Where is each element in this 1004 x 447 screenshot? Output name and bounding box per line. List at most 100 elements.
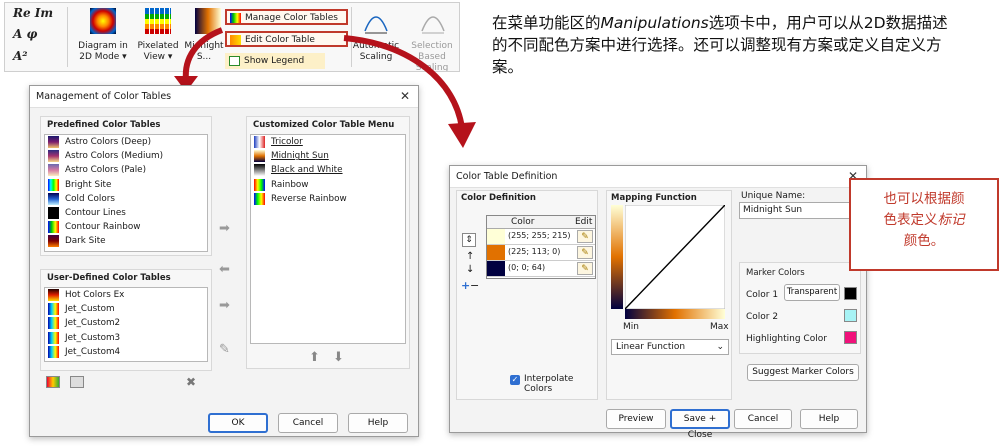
move-right-icon[interactable]: ➡ [219,221,230,236]
user-defined-item-label: Jet_Custom2 [65,318,121,329]
color-definition-group: Color Definition ⇕ ↑ ↓ + − Color Edit (2… [456,190,598,400]
add-row-icon[interactable]: + [461,279,470,292]
col-color-header: Color [511,217,535,227]
color-rgb-value: (225; 113; 0) [508,247,561,256]
help-button[interactable]: Help [800,409,858,429]
marker-colors-group: Marker Colors Color 1 Transparent Color … [739,262,861,354]
predefined-item-label: Contour Rainbow [65,222,141,233]
color-definition-title: Color Definition [461,193,536,203]
customized-item[interactable]: Rainbow [251,178,405,192]
highlighting-label: Highlighting Color [746,334,827,344]
user-defined-item[interactable]: Jet_Custom4 [45,345,207,359]
user-defined-item-label: Jet_Custom3 [65,332,121,343]
edit-entry-icon[interactable]: ✎ [219,342,230,357]
cancel-button[interactable]: Cancel [734,409,792,429]
color-swatch-icon [48,164,59,177]
marker-colors-title: Marker Colors [746,268,805,278]
swap-icon[interactable]: ⇕ [462,233,476,247]
color-swatch-icon [254,164,265,177]
edit-pencil-icon[interactable]: ✎ [577,262,593,275]
color-rgb-value: (255; 255; 215) [508,231,571,240]
user-defined-item[interactable]: Jet_Custom3 [45,331,207,345]
user-defined-item-label: Jet_Custom [65,304,115,315]
cancel-button[interactable]: Cancel [278,413,338,433]
predefined-item[interactable]: Astro Colors (Deep) [45,135,207,149]
color-swatch-icon [48,178,59,191]
move-up-icon[interactable]: ⬆ [309,350,320,365]
management-title-text: Management of Color Tables [36,91,172,102]
customized-item[interactable]: Black and White [251,163,405,177]
mapping-title: Mapping Function [611,193,697,203]
callout-line-3: 颜色。 [903,233,945,249]
edit-pencil-icon[interactable]: ✎ [577,230,593,243]
customized-list[interactable]: Tricolor Midnight Sun Black and White Rainb… [250,134,406,344]
interpolate-checkbox[interactable]: ✓ [510,375,520,385]
definition-dialog: Color Table Definition ✕ Color Definitio… [449,165,867,440]
predefined-item[interactable]: Bright Site [45,178,207,192]
predefined-list[interactable]: Astro Colors (Deep) Astro Colors (Medium)… [44,134,208,252]
vertical-color-bar [611,205,623,309]
color-swatch-icon [48,289,59,301]
color-row[interactable]: (225; 113; 0) ✎ [487,245,595,261]
color-swatch-icon [254,150,265,163]
marker-color1-swatch[interactable] [844,287,857,300]
suggest-marker-colors-button[interactable]: Suggest Marker Colors [747,364,859,381]
move-left-icon[interactable]: ⬅ [219,262,230,277]
preview-button[interactable]: Preview [606,409,666,429]
delete-icon[interactable]: ✖ [186,375,196,389]
predefined-item[interactable]: Contour Lines [45,206,207,220]
color-row[interactable]: (0; 0; 64) ✎ [487,261,595,277]
remove-row-icon[interactable]: − [470,279,479,292]
user-defined-item[interactable]: Jet_Custom2 [45,316,207,330]
customized-item-label: Tricolor [271,137,303,147]
move-down-icon[interactable]: ⬇ [333,350,344,365]
color-swatch-icon [48,206,59,219]
color-swatch-icon [48,192,59,205]
callout-line-2b: 标记 [937,212,965,228]
unique-name-input[interactable]: Midnight Sun [739,202,851,219]
ok-button[interactable]: OK [208,413,268,433]
user-defined-list[interactable]: Hot Colors Ex Jet_Custom Jet_Custom2 Jet_Cu… [44,287,208,362]
add-right-icon[interactable]: ➡ [219,298,230,313]
color-swatch-icon [48,345,59,358]
highlighting-color-swatch[interactable] [844,331,857,344]
description-before: 在菜单功能区的 [492,14,601,32]
user-defined-item-label: Hot Colors Ex [65,290,125,300]
close-icon[interactable]: ✕ [400,89,410,103]
predefined-title: Predefined Color Tables [47,120,161,130]
mapping-function-value: Linear Function [616,342,686,352]
color-swatch-icon [48,136,59,148]
edit-pencil-icon[interactable]: ✎ [577,246,593,259]
help-button[interactable]: Help [348,413,408,433]
color-row[interactable]: (255; 255; 215) ✎ [487,229,595,245]
predefined-group: Predefined Color Tables Astro Colors (De… [40,116,212,256]
color-swatch-icon [254,192,265,205]
predefined-item[interactable]: Dark Site [45,234,207,248]
row-down-icon[interactable]: ↓ [466,264,474,275]
marker-color2-swatch[interactable] [844,309,857,322]
mapping-function-select[interactable]: Linear Function ⌄ [611,339,729,355]
save-close-button[interactable]: Save + Close [670,409,730,440]
color-swatch-icon [487,229,505,244]
arrow-to-management [182,27,224,81]
color2-label: Color 2 [746,312,779,322]
mapping-plot[interactable] [625,205,725,309]
import-icon[interactable] [46,376,60,388]
predefined-item-label: Astro Colors (Pale) [65,165,147,176]
user-defined-group: User-Defined Color Tables Hot Colors Ex J… [40,269,212,371]
customized-item[interactable]: Tricolor [251,135,405,149]
user-defined-item[interactable]: Jet_Custom [45,302,207,316]
color1-label: Color 1 [746,290,779,300]
user-defined-item[interactable]: Hot Colors Ex [45,288,207,302]
row-up-icon[interactable]: ↑ [466,251,474,262]
export-icon[interactable] [70,376,84,388]
transparent-button[interactable]: Transparent [784,284,840,301]
mapping-function-group: Mapping Function Min Max Linear Function… [606,190,732,400]
predefined-item[interactable]: Cold Colors [45,192,207,206]
customized-item[interactable]: Reverse Rainbow [251,192,405,206]
customized-item[interactable]: Midnight Sun [251,149,405,163]
predefined-item[interactable]: Astro Colors (Medium) [45,149,207,163]
callout-line-2: 色表定义标记 [851,210,997,231]
predefined-item[interactable]: Astro Colors (Pale) [45,163,207,177]
predefined-item[interactable]: Contour Rainbow [45,220,207,234]
